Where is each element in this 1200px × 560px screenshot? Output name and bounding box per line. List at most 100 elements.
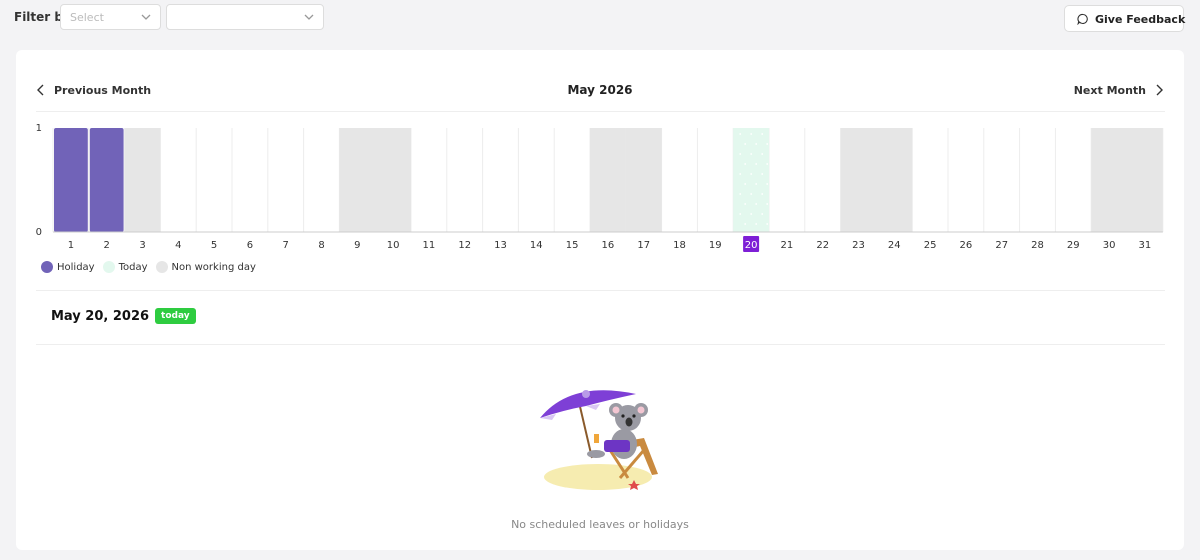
x-tick-label: 5: [211, 240, 217, 251]
today-pattern-dot: [761, 213, 764, 215]
today-pattern-dot: [739, 153, 742, 155]
legend-swatch-today: [102, 261, 115, 273]
today-pattern-dot: [750, 133, 753, 135]
today-tick-label: 20: [745, 240, 758, 251]
divider: [36, 111, 1165, 112]
x-tick-label: 6: [247, 240, 253, 251]
x-tick-label: 21: [781, 240, 794, 251]
today-pattern-dot: [755, 143, 758, 145]
x-tick-label: 3: [139, 240, 145, 251]
give-feedback-label: Give Feedback: [1095, 13, 1186, 26]
chevron-down-icon: [304, 14, 314, 20]
legend-label-holiday: Holiday: [57, 261, 95, 273]
today-pattern-dot: [761, 153, 764, 155]
x-tick-label: 17: [637, 240, 650, 251]
month-bar-chart: 011 2 3 4 5 6 7 8 9 10 11 12 13 14 15 16 17 18 19 20 21 22 23 2…: [36, 123, 1164, 252]
holiday-bar: [54, 128, 88, 232]
today-pattern-dot: [744, 143, 747, 145]
today-pattern-dot: [761, 173, 764, 175]
empty-state-message: No scheduled leaves or holidays: [511, 518, 689, 531]
today-pattern-dot: [750, 213, 753, 215]
x-tick-label: 24: [888, 240, 901, 251]
non-working-day-band: [876, 128, 913, 232]
next-month-button[interactable]: Next Month: [1074, 78, 1164, 102]
next-month-label: Next Month: [1073, 83, 1146, 97]
filter-select-1-placeholder: Select: [70, 11, 104, 24]
legend-item-non-working: Non working day: [155, 261, 256, 273]
non-working-day-band: [339, 128, 376, 232]
today-pattern-dot: [755, 183, 758, 185]
x-tick-label: 26: [960, 240, 973, 251]
today-pattern-dot: [766, 163, 769, 165]
today-pattern-dot: [766, 143, 769, 145]
x-tick-label: 29: [1067, 240, 1080, 251]
non-working-day-band: [1127, 128, 1163, 232]
today-pattern-dot: [744, 203, 747, 205]
x-tick-label: 16: [602, 240, 615, 251]
selected-date: May 20, 2026: [51, 308, 150, 324]
non-working-day-band: [124, 128, 161, 232]
today-pattern-dot: [755, 223, 758, 225]
today-pattern-dot: [750, 153, 753, 155]
top-bar: Filter by Select Give Feedback: [0, 0, 1200, 40]
x-tick-label: 28: [1031, 240, 1044, 251]
calendar-card: Previous Month May 2026 Next Month 01123…: [16, 50, 1184, 550]
today-badge: today: [155, 308, 196, 324]
filter-select-2[interactable]: [166, 4, 324, 30]
chevron-down-icon: [141, 14, 151, 20]
divider: [36, 344, 1165, 345]
x-tick-label: 27: [995, 240, 1008, 251]
selected-date-heading: May 20, 2026 today: [51, 308, 196, 324]
today-pattern-dot: [761, 133, 764, 135]
x-tick-label: 18: [673, 240, 686, 251]
non-working-day-band: [1091, 128, 1127, 232]
x-tick-label: 10: [387, 240, 400, 251]
today-pattern-dot: [750, 173, 753, 175]
give-feedback-button[interactable]: Give Feedback: [1064, 5, 1186, 32]
today-pattern-dot: [739, 173, 742, 175]
month-title: May 2026: [567, 83, 633, 97]
chart-legend: Holiday Today Non working day: [41, 261, 256, 273]
x-tick-label: 11: [423, 240, 436, 251]
x-tick-label: 30: [1103, 240, 1116, 251]
legend-swatch-holiday: [41, 261, 53, 273]
x-tick-label: 2: [104, 240, 110, 251]
today-pattern-dot: [744, 163, 747, 165]
legend-label-today: Today: [118, 261, 148, 273]
legend-swatch-non-working: [155, 261, 168, 273]
x-tick-label: 15: [566, 240, 579, 251]
today-pattern-dot: [761, 193, 764, 195]
today-pattern-dot: [766, 223, 769, 225]
today-pattern-dot: [766, 183, 769, 185]
x-tick-label: 1: [68, 240, 74, 251]
filter-select-1[interactable]: Select: [60, 4, 161, 30]
divider: [36, 290, 1165, 291]
month-navigation: Previous Month May 2026 Next Month: [16, 78, 1184, 102]
today-pattern-dot: [766, 203, 769, 205]
x-tick-label: 13: [494, 240, 507, 251]
x-tick-label: 4: [175, 240, 181, 251]
x-tick-label: 22: [816, 240, 829, 251]
today-pattern-dot: [755, 203, 758, 205]
legend-item-holiday: Holiday: [41, 261, 95, 273]
x-tick-label: 14: [530, 240, 543, 251]
today-band: [733, 128, 769, 232]
chat-bubble-icon: [1077, 13, 1088, 25]
today-pattern-dot: [755, 163, 758, 165]
x-tick-label: 12: [458, 240, 471, 251]
non-working-day-band: [840, 128, 877, 232]
x-tick-label: 7: [283, 240, 289, 251]
koala-beach-chair-umbrella-illustration: [540, 390, 658, 490]
chevron-right-icon: [1156, 84, 1163, 96]
non-working-day-band: [375, 128, 411, 232]
x-tick-label: 8: [318, 240, 324, 251]
today-pattern-dot: [739, 193, 742, 195]
legend-item-today: Today: [102, 261, 148, 273]
y-tick-label: 1: [36, 123, 42, 134]
x-tick-label: 31: [1139, 240, 1152, 251]
today-pattern-dot: [744, 183, 747, 185]
non-working-day-band: [590, 128, 626, 232]
non-working-day-band: [625, 128, 662, 232]
today-pattern-dot: [744, 223, 747, 225]
legend-label-non-working: Non working day: [171, 261, 256, 273]
